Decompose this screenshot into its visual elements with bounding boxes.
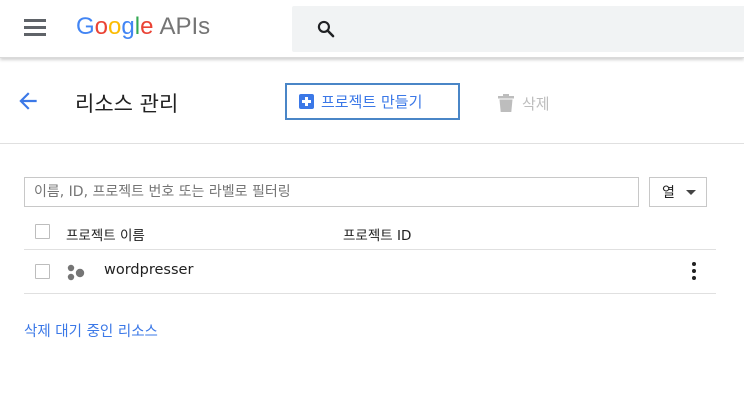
trash-icon [498, 94, 514, 112]
table-row[interactable]: wordpresser [24, 250, 716, 294]
page-header: 리소스 관리 프로젝트 만들기 삭제 [0, 72, 744, 144]
add-box-icon [299, 94, 314, 109]
column-header-id[interactable]: 프로젝트 ID [343, 224, 411, 244]
hamburger-menu-icon[interactable] [24, 19, 46, 37]
arrow-back-icon[interactable] [15, 88, 41, 114]
logo-letter: o [108, 13, 122, 40]
google-apis-logo[interactable]: Google APIs [76, 13, 210, 45]
more-vert-icon[interactable] [689, 260, 699, 282]
search-icon[interactable] [316, 19, 336, 39]
columns-label: 열 [662, 185, 675, 201]
logo-letter: G [76, 13, 95, 40]
logo-letter: g [121, 13, 135, 40]
logo-letter: e [140, 13, 154, 40]
filter-input[interactable] [25, 178, 638, 206]
create-project-button[interactable]: 프로젝트 만들기 [285, 83, 460, 120]
top-app-bar: Google APIs [0, 0, 744, 58]
projects-table: 프로젝트 이름 프로젝트 ID wordpresser [24, 217, 716, 294]
column-header-name[interactable]: 프로젝트 이름 [66, 224, 145, 244]
filter-box[interactable] [24, 177, 639, 207]
pending-deletion-link[interactable]: 삭제 대기 중인 리소스 [24, 320, 158, 341]
search-input[interactable] [348, 14, 728, 44]
project-name[interactable]: wordpresser [104, 262, 193, 278]
search-bar[interactable] [292, 6, 744, 52]
chevron-down-icon [686, 190, 696, 195]
logo-letter: o [94, 13, 109, 40]
delete-label: 삭제 [522, 94, 550, 113]
columns-button[interactable]: 열 [649, 177, 707, 207]
logo-suffix: APIs [159, 13, 211, 40]
select-all-checkbox[interactable] [35, 224, 50, 239]
delete-button[interactable]: 삭제 [498, 91, 550, 115]
table-header: 프로젝트 이름 프로젝트 ID [24, 217, 716, 250]
create-project-label: 프로젝트 만들기 [321, 93, 423, 111]
page-title: 리소스 관리 [75, 92, 179, 116]
row-checkbox[interactable] [35, 264, 50, 279]
project-icon [67, 264, 85, 281]
